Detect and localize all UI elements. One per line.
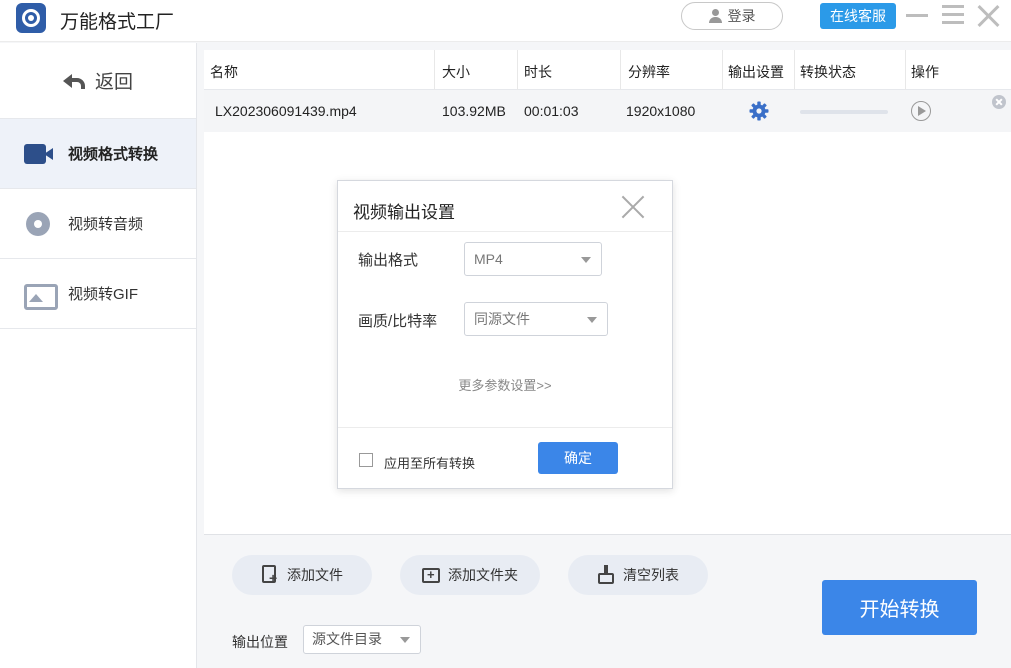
sidebar-item-label: 视频格式转换: [68, 146, 159, 163]
back-button[interactable]: 返回: [0, 43, 196, 119]
user-icon: [708, 9, 722, 23]
dialog-header: 视频输出设置: [338, 181, 672, 232]
file-size: 103.92MB: [442, 103, 506, 119]
add-folder-icon: [422, 565, 440, 585]
login-button[interactable]: 登录: [681, 2, 783, 30]
close-icon[interactable]: [621, 195, 645, 219]
quality-bitrate-value: 同源文件: [474, 311, 530, 327]
add-file-icon: [261, 565, 279, 586]
clear-list-label: 清空列表: [623, 567, 679, 583]
column-header-duration: 时长: [524, 64, 552, 80]
close-window-icon[interactable]: [976, 4, 1000, 28]
remove-file-icon[interactable]: [992, 95, 1006, 109]
app-title: 万能格式工厂: [60, 12, 175, 33]
video-convert-icon: [24, 140, 54, 168]
sidebar-item-label: 视频转GIF: [68, 286, 138, 303]
table-row[interactable]: LX202306091439.mp4 103.92MB 00:01:03 192…: [204, 90, 1011, 132]
column-header-actions: 操作: [911, 64, 939, 80]
minimize-icon[interactable]: [906, 14, 928, 17]
login-label: 登录: [727, 8, 756, 24]
chevron-down-icon: [400, 637, 410, 643]
bottom-toolbar: 添加文件 添加文件夹 清空列表 开始转换 输出位置 源文件目录: [204, 534, 1011, 668]
output-location-value: 源文件目录: [312, 631, 382, 647]
video-to-gif-icon: [24, 280, 58, 310]
chevron-down-icon: [587, 317, 597, 323]
file-name: LX202306091439.mp4: [215, 103, 357, 119]
play-icon[interactable]: [911, 101, 931, 121]
more-settings-link[interactable]: 更多参数设置>>: [338, 375, 672, 394]
conversion-progress-bar: [800, 110, 888, 114]
add-file-label: 添加文件: [287, 567, 343, 583]
sidebar-item-label: 视频转音频: [68, 216, 144, 233]
video-output-settings-dialog: 视频输出设置 输出格式 MP4 画质/比特率 同源文件 更多参数设置>> 应用至…: [337, 180, 673, 489]
file-duration: 00:01:03: [524, 103, 579, 119]
gear-icon[interactable]: [749, 101, 769, 121]
add-file-button[interactable]: 添加文件: [232, 555, 372, 595]
sidebar-item-video-to-gif[interactable]: 视频转GIF: [0, 259, 196, 329]
add-folder-button[interactable]: 添加文件夹: [400, 555, 540, 595]
sidebar: 返回 视频格式转换 视频转音频 视频转GIF: [0, 43, 197, 668]
table-header: 名称 大小 时长 分辨率 输出设置 转换状态 操作: [204, 50, 1011, 90]
output-format-select[interactable]: MP4: [464, 242, 602, 276]
confirm-button[interactable]: 确定: [538, 442, 618, 474]
file-resolution: 1920x1080: [626, 103, 696, 119]
broom-icon: [597, 565, 615, 585]
output-format-label: 输出格式: [358, 252, 419, 269]
column-header-resolution: 分辨率: [628, 64, 670, 80]
dialog-title: 视频输出设置: [353, 203, 455, 222]
quality-bitrate-label: 画质/比特率: [358, 313, 438, 330]
column-header-status: 转换状态: [800, 64, 856, 80]
column-header-size: 大小: [442, 64, 470, 80]
title-bar: 万能格式工厂 登录 在线客服: [0, 0, 1011, 42]
video-to-audio-icon: [24, 210, 54, 238]
column-header-name: 名称: [210, 64, 238, 80]
output-location-select[interactable]: 源文件目录: [303, 625, 421, 654]
sidebar-item-video-convert[interactable]: 视频格式转换: [0, 119, 196, 189]
menu-icon[interactable]: [942, 5, 964, 25]
chevron-down-icon: [581, 257, 591, 263]
app-logo-icon: [16, 3, 46, 33]
quality-bitrate-select[interactable]: 同源文件: [464, 302, 608, 336]
online-service-button[interactable]: 在线客服: [820, 3, 896, 29]
back-arrow-icon: [62, 73, 85, 89]
back-label: 返回: [94, 72, 133, 93]
clear-list-button[interactable]: 清空列表: [568, 555, 708, 595]
start-convert-button[interactable]: 开始转换: [822, 580, 977, 635]
sidebar-item-video-to-audio[interactable]: 视频转音频: [0, 189, 196, 259]
column-header-output-settings: 输出设置: [728, 64, 784, 80]
output-location-label: 输出位置: [232, 634, 288, 650]
apply-all-label: 应用至所有转换: [384, 456, 476, 471]
dialog-divider: [338, 427, 672, 428]
output-format-value: MP4: [474, 251, 503, 267]
add-folder-label: 添加文件夹: [448, 567, 518, 583]
apply-all-checkbox[interactable]: [359, 453, 373, 467]
